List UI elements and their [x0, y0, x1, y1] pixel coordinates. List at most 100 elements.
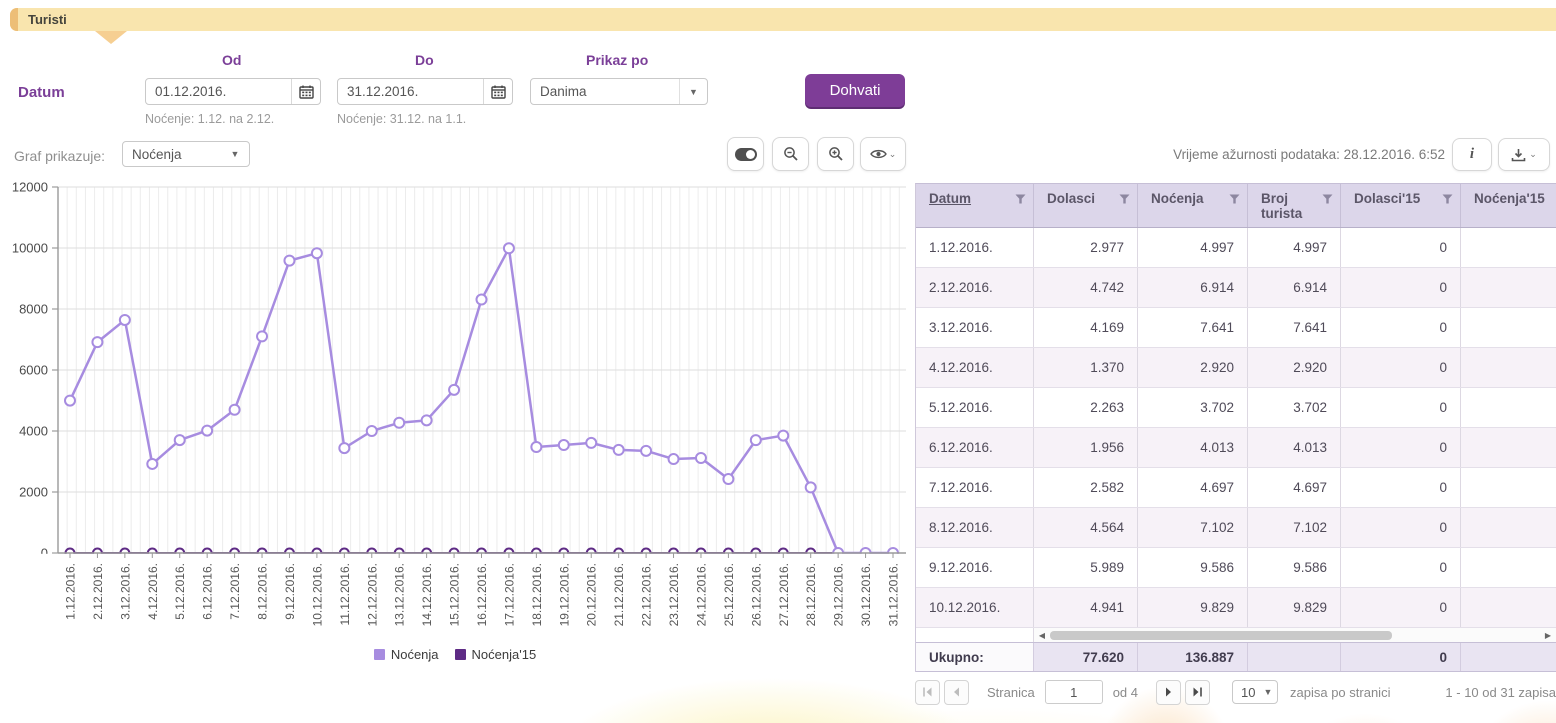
cell-value: 0: [1341, 308, 1461, 347]
date-to-value: 31.12.2016.: [338, 84, 483, 99]
totals-value: [1248, 643, 1341, 671]
first-page-button[interactable]: [915, 680, 940, 705]
table-row[interactable]: 2.12.2016.4.7426.9146.9140: [916, 268, 1556, 308]
legend-swatch-icon: [374, 649, 385, 660]
zoom-in-icon: [828, 146, 844, 162]
filter-funnel-icon[interactable]: [1015, 194, 1026, 204]
svg-text:12000: 12000: [12, 180, 48, 195]
scroll-left-icon[interactable]: ◀: [1036, 628, 1048, 643]
cell-value: 0: [1341, 228, 1461, 267]
totals-value: 77.620: [1034, 643, 1138, 671]
filter-funnel-icon[interactable]: [1229, 194, 1240, 204]
date-from-field[interactable]: 01.12.2016.: [145, 78, 321, 105]
svg-text:23.12.2016.: 23.12.2016.: [667, 563, 681, 626]
column-header-1[interactable]: Dolasci: [1034, 184, 1138, 227]
scroll-right-icon[interactable]: ▶: [1542, 628, 1554, 643]
svg-text:20.12.2016.: 20.12.2016.: [585, 563, 599, 626]
records-range-label: 1 - 10 od 31 zapisa: [1445, 685, 1556, 700]
grid-header-row: Datum DolasciNoćenjaBroj turistaDolasci'1…: [916, 184, 1556, 228]
table-row[interactable]: 6.12.2016.1.9564.0134.0130: [916, 428, 1556, 468]
filter-funnel-icon[interactable]: [1442, 194, 1453, 204]
cell-value: 3.702: [1248, 388, 1341, 427]
page-size-selected: 10: [1233, 685, 1259, 700]
page-size-select[interactable]: 10 ▼: [1232, 680, 1278, 704]
cell-value: 4.697: [1138, 468, 1248, 507]
table-row[interactable]: 4.12.2016.1.3702.9202.9200: [916, 348, 1556, 388]
cell-date: 1.12.2016.: [916, 228, 1034, 267]
grid-body: 1.12.2016.2.9774.9974.99702.12.2016.4.74…: [916, 228, 1556, 628]
cell-date: 2.12.2016.: [916, 268, 1034, 307]
calendar-icon[interactable]: [483, 79, 512, 104]
prikaz-po-select[interactable]: Danima ▼: [530, 78, 708, 105]
cell-value: 9.586: [1248, 548, 1341, 587]
dohvati-button[interactable]: Dohvati: [805, 74, 905, 107]
cell-value: 4.742: [1034, 268, 1138, 307]
prikaz-po-selected: Danima: [531, 84, 679, 99]
cell-value: 6.914: [1138, 268, 1248, 307]
cell-value: 4.697: [1248, 468, 1341, 507]
svg-text:4000: 4000: [19, 424, 48, 439]
cell-value: 3.702: [1138, 388, 1248, 427]
datum-label: Datum: [18, 84, 65, 101]
table-row[interactable]: 3.12.2016.4.1697.6417.6410: [916, 308, 1556, 348]
tab-turisti[interactable]: Turisti: [10, 8, 1556, 31]
cell-value: [1461, 588, 1556, 627]
zoom-out-button[interactable]: [772, 137, 809, 171]
last-page-button[interactable]: [1185, 680, 1210, 705]
scrollbar-thumb[interactable]: [1050, 631, 1392, 640]
totals-label: Ukupno:: [916, 643, 1034, 671]
column-header-3[interactable]: Broj turista: [1248, 184, 1341, 227]
calendar-icon[interactable]: [291, 79, 320, 104]
export-menu-button[interactable]: ⌄: [1498, 138, 1550, 171]
svg-text:2.12.2016.: 2.12.2016.: [91, 563, 105, 620]
table-row[interactable]: 7.12.2016.2.5824.6974.6970: [916, 468, 1556, 508]
cell-value: 4.997: [1248, 228, 1341, 267]
svg-text:24.12.2016.: 24.12.2016.: [694, 563, 708, 626]
info-button[interactable]: i: [1452, 138, 1492, 171]
table-row[interactable]: 5.12.2016.2.2633.7023.7020: [916, 388, 1556, 428]
date-to-field[interactable]: 31.12.2016.: [337, 78, 513, 105]
graf-series-select[interactable]: Noćenja ▼: [122, 141, 250, 167]
column-header-4[interactable]: Dolasci'15: [1341, 184, 1461, 227]
cell-value: [1461, 468, 1556, 507]
column-header-2[interactable]: Noćenja: [1138, 184, 1248, 227]
cell-value: 4.013: [1248, 428, 1341, 467]
table-row[interactable]: 1.12.2016.2.9774.9974.9970: [916, 228, 1556, 268]
next-page-button[interactable]: [1156, 680, 1181, 705]
legend-item[interactable]: Noćenja'15: [455, 647, 537, 662]
scrollbar-track[interactable]: ◀ ▶: [1034, 628, 1556, 642]
column-header-5[interactable]: Noćenja'15: [1461, 184, 1556, 227]
svg-text:11.12.2016.: 11.12.2016.: [338, 563, 352, 626]
svg-text:22.12.2016.: 22.12.2016.: [640, 563, 654, 626]
cell-value: [1461, 508, 1556, 547]
visibility-menu-button[interactable]: ⌄: [860, 137, 906, 171]
cell-date: 9.12.2016.: [916, 548, 1034, 587]
page-number-input[interactable]: [1045, 680, 1103, 704]
cell-value: 7.102: [1248, 508, 1341, 547]
column-header-label[interactable]: Datum: [929, 191, 1015, 206]
table-row[interactable]: 9.12.2016.5.9899.5869.5860: [916, 548, 1556, 588]
prev-page-button[interactable]: [944, 680, 969, 705]
column-header-0[interactable]: Datum: [916, 184, 1034, 227]
date-from-value: 01.12.2016.: [146, 84, 291, 99]
cell-value: 0: [1341, 348, 1461, 387]
svg-text:18.12.2016.: 18.12.2016.: [530, 563, 544, 626]
svg-text:7.12.2016.: 7.12.2016.: [228, 563, 242, 620]
cell-value: 7.102: [1138, 508, 1248, 547]
filter-funnel-icon[interactable]: [1322, 194, 1333, 204]
cell-value: 9.586: [1138, 548, 1248, 587]
svg-text:8.12.2016.: 8.12.2016.: [256, 563, 270, 620]
filter-funnel-icon[interactable]: [1119, 194, 1130, 204]
table-row[interactable]: 10.12.2016.4.9419.8299.8290: [916, 588, 1556, 628]
svg-text:17.12.2016.: 17.12.2016.: [502, 563, 516, 626]
svg-text:4.12.2016.: 4.12.2016.: [146, 563, 160, 620]
chevron-down-icon: ⌄: [889, 149, 897, 160]
legend-item[interactable]: Noćenja: [374, 647, 439, 662]
svg-text:1.12.2016.: 1.12.2016.: [64, 563, 78, 620]
totals-value: [1461, 643, 1556, 671]
od-label: Od: [222, 52, 241, 68]
table-row[interactable]: 8.12.2016.4.5647.1027.1020: [916, 508, 1556, 548]
chart-toggle-button[interactable]: [727, 137, 764, 171]
zoom-in-button[interactable]: [817, 137, 854, 171]
page-size-label: zapisa po stranici: [1290, 685, 1390, 700]
